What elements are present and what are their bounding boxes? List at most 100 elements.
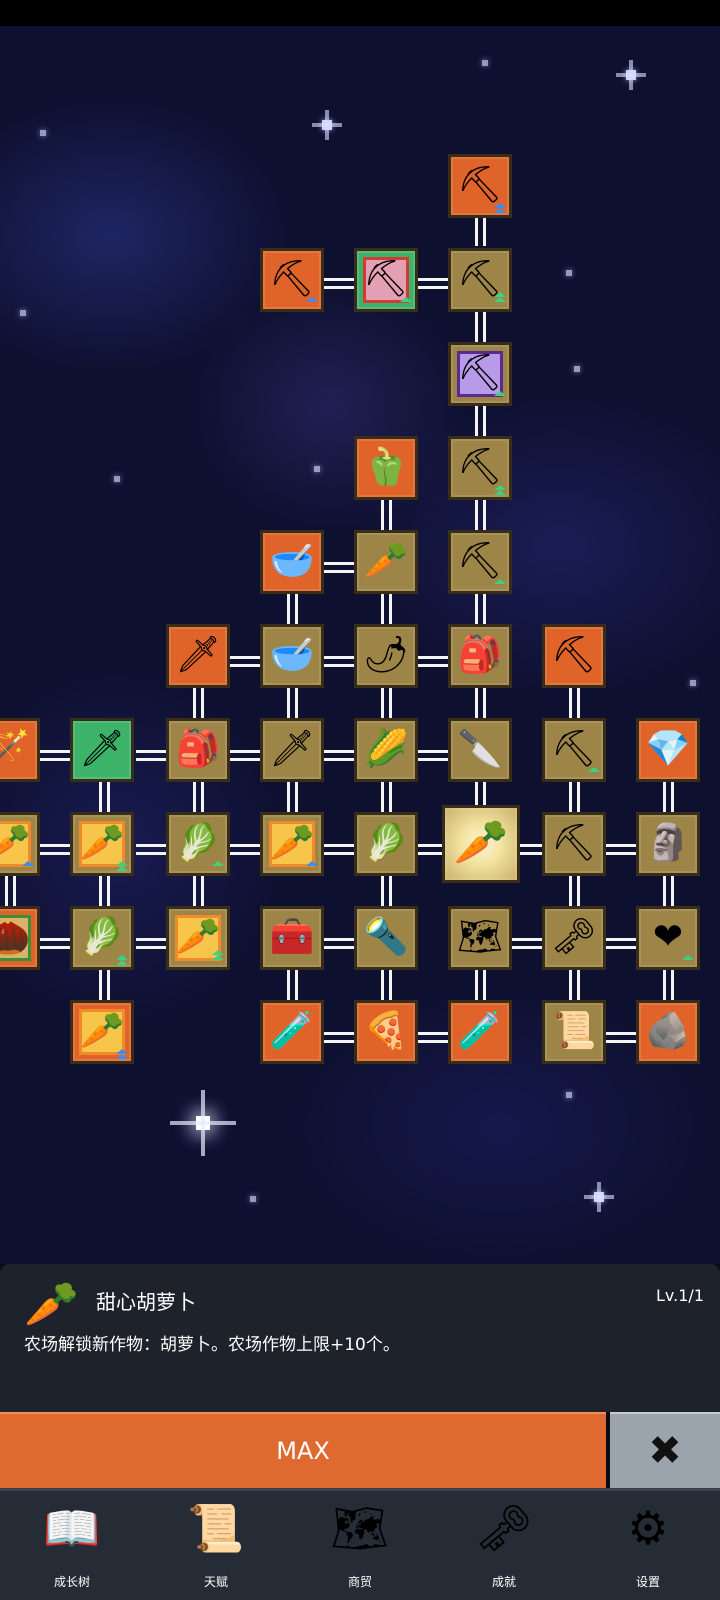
star bbox=[566, 270, 572, 276]
upgrade-arrow-icon bbox=[400, 297, 412, 305]
connector bbox=[230, 656, 260, 667]
skill-node-shovel[interactable]: ⛏ bbox=[448, 342, 512, 406]
skill-node-shovel[interactable]: ⛏ bbox=[260, 248, 324, 312]
skill-node-corn[interactable]: 🌽 bbox=[354, 718, 418, 782]
skill-node-cabbage[interactable]: 🥬 bbox=[70, 906, 134, 970]
skill-node-chili[interactable]: 🌶 bbox=[354, 624, 418, 688]
bell-pepper-icon: 🫑 bbox=[363, 446, 409, 488]
skill-node-shovel[interactable]: ⛏ bbox=[448, 530, 512, 594]
connector bbox=[324, 750, 354, 761]
status-bar bbox=[0, 0, 720, 26]
connector bbox=[136, 938, 166, 949]
upgrade-arrow-icon bbox=[494, 485, 506, 495]
connector bbox=[5, 876, 16, 906]
skill-node-potion[interactable]: 🧪 bbox=[448, 1000, 512, 1064]
skill-node-pizza[interactable]: 🍕 bbox=[354, 1000, 418, 1064]
connector bbox=[518, 844, 542, 855]
skill-level: Lv.1/1 bbox=[656, 1286, 704, 1305]
connector bbox=[40, 938, 70, 949]
star bbox=[482, 60, 488, 66]
skill-node-potion[interactable]: 🧪 bbox=[260, 1000, 324, 1064]
skill-node-bell-pepper[interactable]: 🫑 bbox=[354, 436, 418, 500]
skill-node-backpack[interactable]: 🎒 bbox=[166, 718, 230, 782]
connector bbox=[99, 876, 110, 906]
skill-node-shovel[interactable]: ⛏ bbox=[448, 436, 512, 500]
sword-icon: 🗡 bbox=[175, 634, 221, 676]
skill-tree-canvas[interactable]: ⛏ ⛏ ⛏ ⛏ ⛏ 🫑 ⛏ 🥣 🥕 ⛏ 🗡 🥣 🌶 🎒 ⛏ 🪄 🗡 🎒 🗡 🌽 … bbox=[0, 26, 720, 1264]
connector bbox=[418, 844, 442, 855]
skill-node-carrot[interactable]: 🥕 bbox=[260, 812, 324, 876]
skill-node-map[interactable]: 🗺 bbox=[448, 906, 512, 970]
skill-node-scroll[interactable]: 📜 bbox=[542, 1000, 606, 1064]
scroll-icon: 📜 bbox=[187, 1501, 245, 1555]
upgrade-arrow-icon bbox=[588, 767, 600, 775]
skill-node-seed[interactable]: 🌰 bbox=[0, 906, 40, 970]
shovel-icon: ⛏ bbox=[457, 446, 503, 488]
skill-node-carrot[interactable]: 🥕 bbox=[70, 1000, 134, 1064]
skill-node-pickaxe[interactable]: ⛏ bbox=[542, 718, 606, 782]
close-button[interactable]: ✖ bbox=[610, 1412, 720, 1488]
skill-node-shovel[interactable]: ⛏ bbox=[448, 248, 512, 312]
shovel-icon: ⛏ bbox=[269, 258, 315, 300]
connector bbox=[324, 938, 354, 949]
skill-node-sword[interactable]: 🗡 bbox=[70, 718, 134, 782]
upgrade-arrow-icon bbox=[494, 579, 506, 587]
skill-node-dagger[interactable]: 🔪 bbox=[448, 718, 512, 782]
nav-item-talent[interactable]: 📜 天赋 bbox=[144, 1491, 288, 1600]
cabbage-icon: 🥬 bbox=[175, 822, 221, 864]
pickaxe-icon: ⛏ bbox=[551, 728, 597, 770]
connector bbox=[324, 562, 354, 573]
nav-label: 设置 bbox=[635, 1575, 660, 1589]
skill-node-sword[interactable]: 🗡 bbox=[260, 718, 324, 782]
connector bbox=[381, 970, 392, 1000]
shovel-icon: ⛏ bbox=[457, 352, 503, 394]
skill-node-statue[interactable]: 🗿 bbox=[636, 812, 700, 876]
skill-node-pickaxe[interactable]: ⛏ bbox=[542, 624, 606, 688]
heart-icon: ❤ bbox=[652, 916, 684, 958]
skill-node-radish[interactable]: 🥕 bbox=[354, 530, 418, 594]
star bbox=[566, 1092, 572, 1098]
nav-item-trade[interactable]: 🗺 商贸 bbox=[288, 1491, 432, 1600]
connector bbox=[418, 656, 448, 667]
skill-node-carrot[interactable]: 🥕 bbox=[70, 812, 134, 876]
skill-node-heart[interactable]: ❤ bbox=[636, 906, 700, 970]
skill-node-soup-bowl[interactable]: 🥣 bbox=[260, 530, 324, 594]
upgrade-arrow-icon bbox=[306, 297, 318, 305]
skill-node-stone[interactable]: 🪨 bbox=[636, 1000, 700, 1064]
wand-icon: 🪄 bbox=[0, 728, 31, 770]
connector bbox=[663, 876, 674, 906]
skill-node-shovel[interactable]: ⛏ bbox=[354, 248, 418, 312]
connector bbox=[569, 688, 580, 718]
map-icon: 🗺 bbox=[457, 916, 503, 958]
skill-node-crystal[interactable]: 💎 bbox=[636, 718, 700, 782]
nav-item-achievements[interactable]: 🗝 成就 bbox=[432, 1491, 576, 1600]
skill-node-backpack[interactable]: 🎒 bbox=[448, 624, 512, 688]
skill-node-torch[interactable]: 🔦 bbox=[354, 906, 418, 970]
nav-item-growth-tree[interactable]: 📖 成长树 bbox=[0, 1491, 144, 1600]
star bbox=[170, 1090, 236, 1156]
skill-node-treasure-chest[interactable]: 🧰 bbox=[260, 906, 324, 970]
skill-node-wand[interactable]: 🪄 bbox=[0, 718, 40, 782]
skill-node-golden-key[interactable]: 🗝 bbox=[542, 906, 606, 970]
skill-node-cabbage[interactable]: 🥬 bbox=[166, 812, 230, 876]
skill-node-bowl[interactable]: 🥣 bbox=[260, 624, 324, 688]
connector bbox=[475, 218, 486, 246]
nav-item-settings[interactable]: ⚙ 设置 bbox=[576, 1491, 720, 1600]
connector bbox=[324, 844, 354, 855]
skill-node-carrot-selected[interactable]: 🥕 bbox=[442, 805, 520, 883]
connector bbox=[475, 500, 486, 530]
shovel-icon: ⛏ bbox=[457, 164, 503, 206]
connector bbox=[606, 938, 636, 949]
skill-node-carrot[interactable]: 🥕 bbox=[166, 906, 230, 970]
connector bbox=[381, 688, 392, 718]
skill-node-golden-sword[interactable]: 🗡 bbox=[166, 624, 230, 688]
upgrade-arrow-icon bbox=[212, 950, 224, 964]
star bbox=[574, 366, 580, 372]
skill-node-pickaxe[interactable]: ⛏ bbox=[542, 812, 606, 876]
skill-node-carrot[interactable]: 🥕 bbox=[0, 812, 40, 876]
skill-node-cabbage[interactable]: 🥬 bbox=[354, 812, 418, 876]
connector bbox=[606, 844, 636, 855]
skill-node-shovel[interactable]: ⛏ bbox=[448, 154, 512, 218]
max-button[interactable]: MAX bbox=[0, 1412, 606, 1488]
key-icon: 🗝 bbox=[474, 1501, 534, 1555]
